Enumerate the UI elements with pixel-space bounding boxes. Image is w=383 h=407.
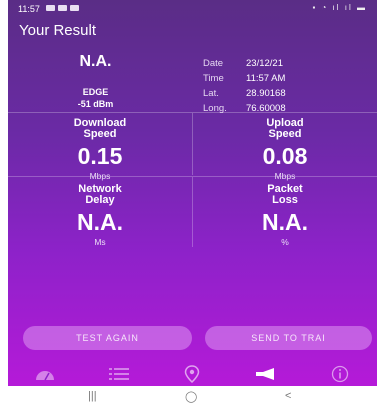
status-time: 11:57 [18, 4, 40, 14]
megaphone-icon [256, 368, 275, 380]
download-speed: Download Speed 0.15 Mbps [8, 118, 192, 182]
nav-history[interactable] [82, 362, 156, 386]
speedometer-icon [35, 371, 54, 381]
download-value: 0.15 [77, 143, 123, 169]
upload-value: 0.08 [262, 143, 308, 169]
network-type: N.A. [79, 53, 112, 70]
back-button[interactable]: < [285, 390, 291, 402]
signal-strength: -51 dBm [77, 99, 114, 109]
nav-map[interactable] [156, 362, 230, 386]
android-nav-bar: ||| ◯ < [0, 386, 383, 407]
delay-value: N.A. [77, 209, 123, 235]
nav-speedtest[interactable] [8, 362, 82, 386]
info-icon [331, 365, 349, 383]
upload-speed: Upload Speed 0.08 Mbps [193, 118, 377, 182]
recent-apps-button[interactable]: ||| [88, 390, 97, 402]
app-screen: 11:57 ▪ ◔ ıl ıl ▬ Your Result N.A. EDGE … [8, 0, 377, 386]
status-bar: 11:57 ▪ ◔ ıl ıl ▬ [8, 0, 377, 18]
meta-lat: Lat. 28.90168 [203, 88, 286, 99]
notification-icons [46, 5, 79, 11]
loss-value: N.A. [262, 209, 308, 235]
nav-result[interactable] [229, 362, 303, 386]
home-button[interactable]: ◯ [185, 390, 197, 403]
list-icon [108, 368, 129, 380]
test-again-button[interactable]: TEST AGAIN [23, 326, 192, 350]
bottom-nav [8, 362, 377, 386]
nav-info[interactable] [303, 362, 377, 386]
meta-time: Time 11:57 AM [203, 73, 286, 84]
location-pin-icon [185, 365, 200, 383]
network-tech-signal: EDGE -51 dBm [8, 86, 183, 110]
signal-battery-icons: ▪ ◔ ıl ıl ▬ [312, 3, 367, 12]
packet-loss: Packet Loss N.A. % [193, 184, 377, 248]
meta-long: Long. 76.60008 [203, 103, 286, 114]
network-delay: Network Delay N.A. Ms [8, 184, 192, 248]
meta-date: Date 23/12/21 [203, 58, 283, 69]
network-tech: EDGE [82, 87, 109, 97]
page-title: Your Result [19, 22, 96, 39]
send-to-trai-button[interactable]: SEND TO TRAI [205, 326, 372, 350]
test-meta: Date 23/12/21 Time 11:57 AM Lat. 28.90168 L… [203, 56, 286, 116]
